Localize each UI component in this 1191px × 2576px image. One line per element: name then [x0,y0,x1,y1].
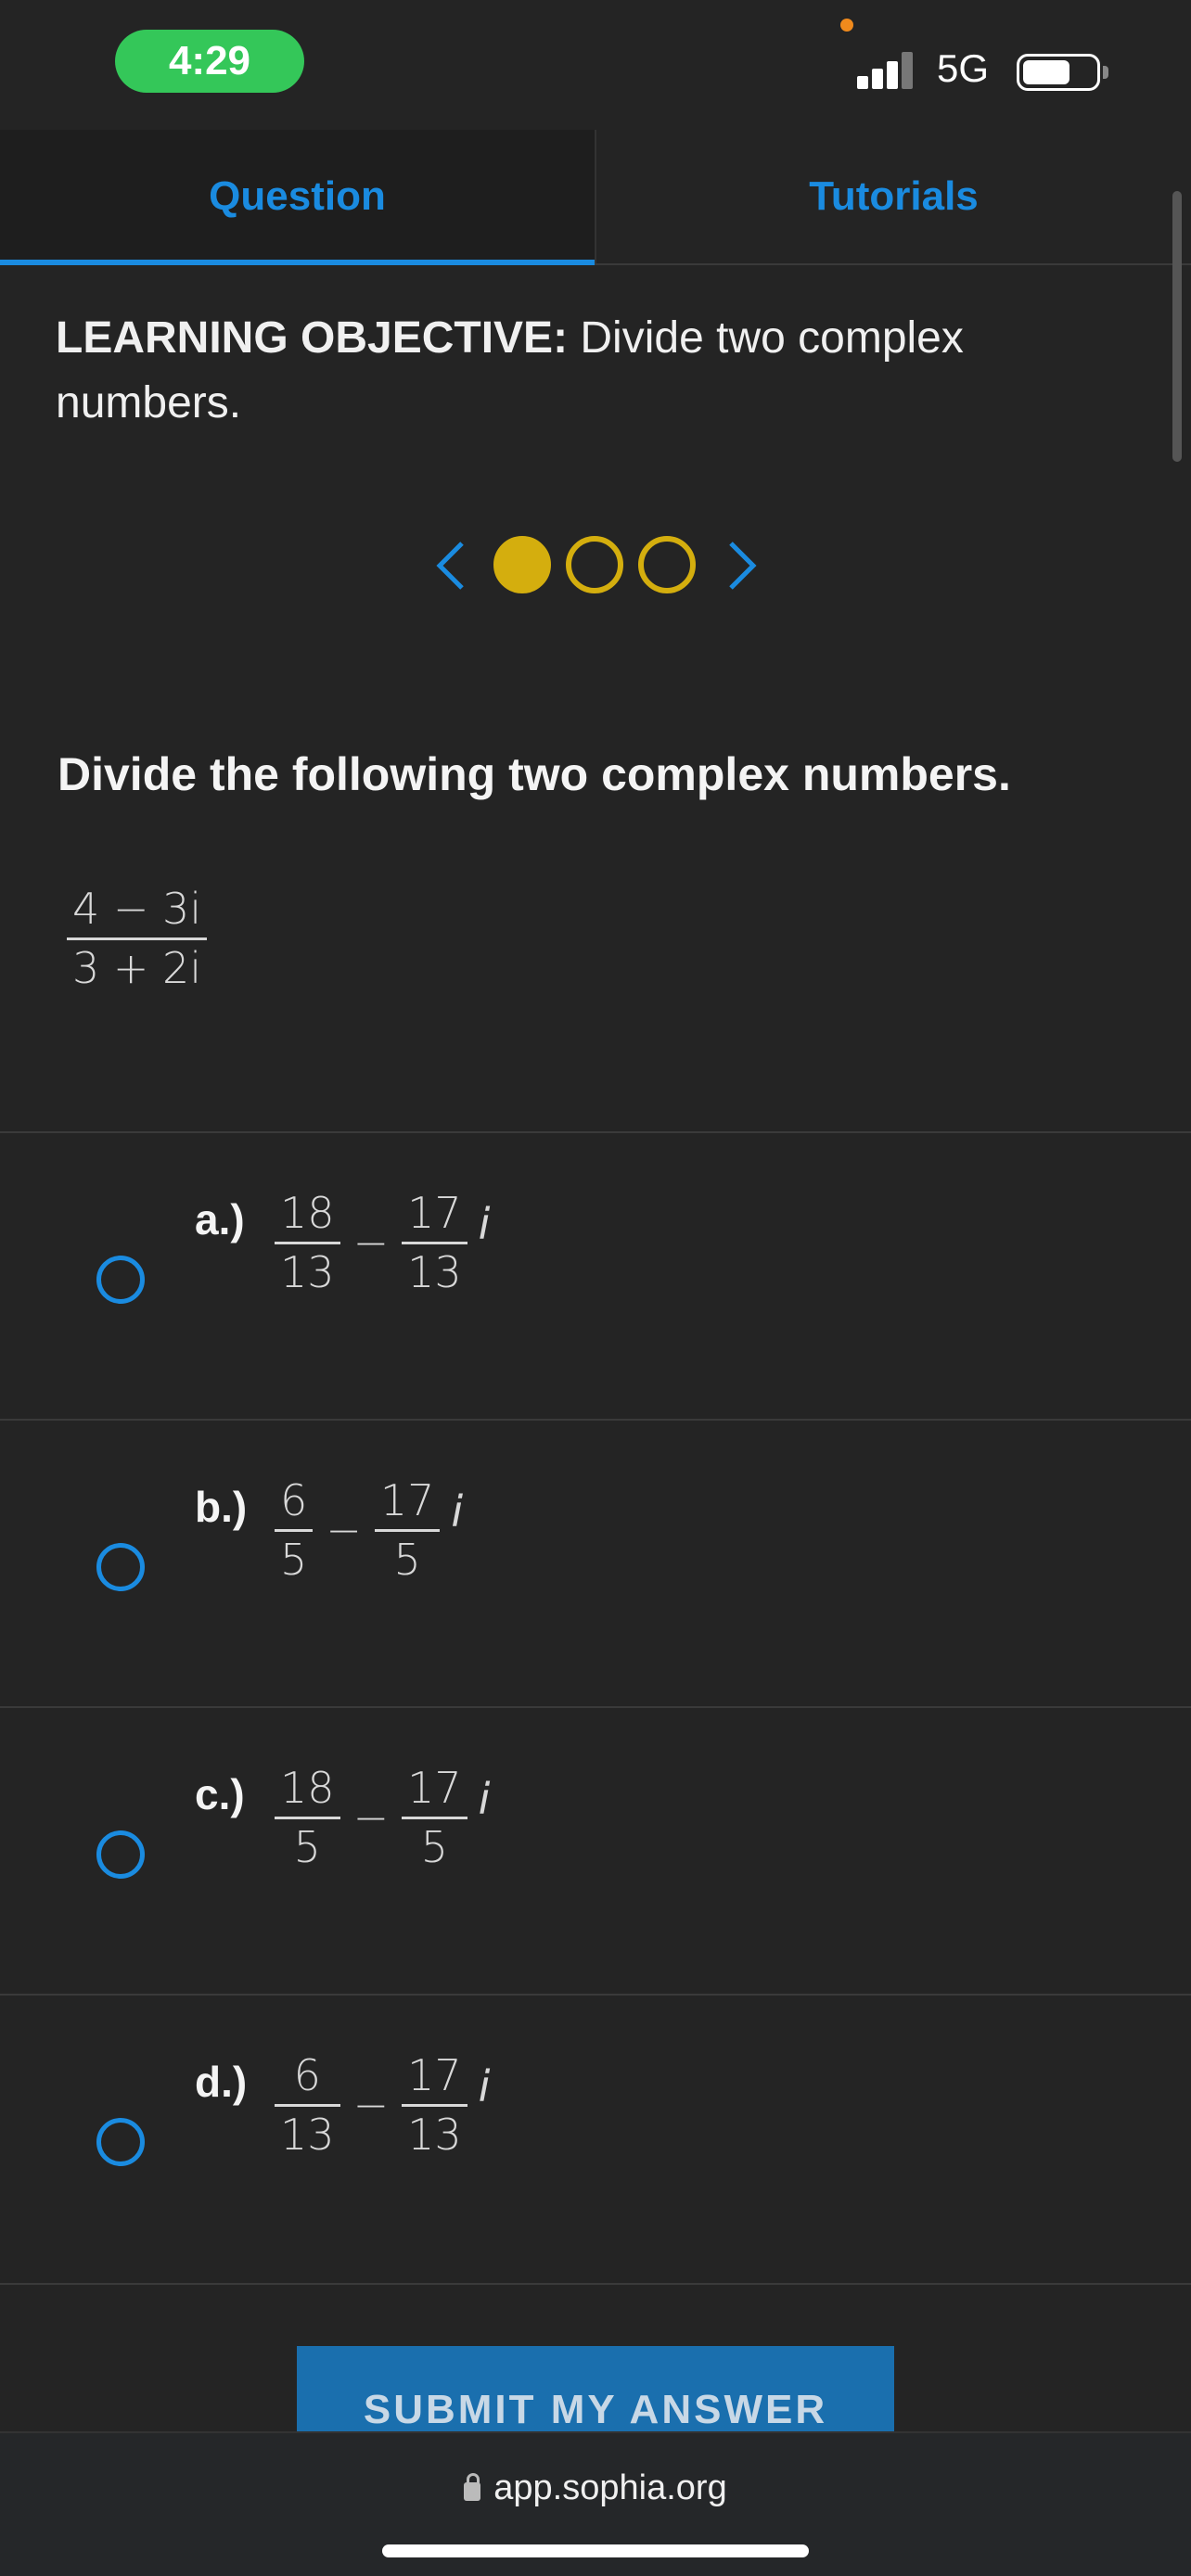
imaginary-unit: i [478,2061,491,2112]
option-b[interactable]: b.) 6 5 − 17 5 i [0,1419,1191,1706]
option-label: a.) [195,1195,245,1243]
option-expression: 6 13 − 17 13 i [269,2051,490,2160]
fraction-denominator: 13 [407,2109,462,2160]
radio-button[interactable] [96,1256,145,1304]
pager-dot-1[interactable] [493,536,551,593]
option-expression: 6 5 − 17 5 i [269,1476,463,1585]
clock-time: 4:29 [115,30,304,93]
battery-icon [1017,54,1108,91]
fraction-numerator: 6 [280,1475,308,1525]
url-text: app.sophia.org [493,2468,727,2507]
previous-arrow-icon[interactable] [425,538,480,593]
option-d[interactable]: d.) 6 13 − 17 13 i [0,1994,1191,2281]
fraction-numerator: 17 [379,1475,435,1525]
imaginary-unit: i [451,1486,464,1537]
fraction-denominator: 5 [393,1534,421,1585]
question-prompt: Divide the following two complex numbers… [58,748,1011,800]
browser-address-bar[interactable]: app.sophia.org [0,2431,1191,2576]
fraction-denominator: 5 [280,1534,308,1585]
pager-dot-3[interactable] [638,536,696,593]
fraction-numerator: 17 [407,2050,462,2100]
expression-denominator: 3 + 2i [72,942,202,993]
imaginary-unit: i [478,1199,491,1250]
fraction-denominator: 13 [407,1246,462,1297]
option-label: d.) [195,2058,248,2106]
fraction-denominator: 5 [293,1821,321,1872]
next-arrow-icon[interactable] [712,538,768,593]
radio-button[interactable] [96,1830,145,1879]
submit-area: SUBMIT MY ANSWER [0,2283,1191,2431]
tab-question[interactable]: Question [0,130,595,265]
tab-tutorials[interactable]: Tutorials [595,130,1191,263]
minus-sign: − [352,1218,390,1269]
radio-button[interactable] [96,1543,145,1591]
home-indicator[interactable] [382,2544,809,2557]
minus-sign: − [326,1505,362,1556]
learning-objective: LEARNING OBJECTIVE: Divide two complex n… [56,306,1113,436]
option-label: b.) [195,1483,248,1531]
scrollbar[interactable] [1172,191,1182,462]
lock-icon [464,2473,481,2501]
status-bar: 4:29 5G [0,0,1191,130]
tab-bar: Question Tutorials [0,130,1191,265]
fraction-numerator: 17 [407,1763,462,1813]
option-a[interactable]: a.) 18 13 − 17 13 i [0,1131,1191,1419]
fraction-numerator: 18 [280,1763,335,1813]
fraction-denominator: 5 [420,1821,448,1872]
signal-strength-icon [857,50,916,89]
minus-sign: − [352,1792,390,1843]
privacy-indicator-dot [840,19,853,32]
radio-button[interactable] [96,2118,145,2166]
option-expression: 18 5 − 17 5 i [269,1764,490,1872]
submit-answer-button[interactable]: SUBMIT MY ANSWER [297,2346,894,2431]
fraction-denominator: 13 [280,2109,335,2160]
fraction-numerator: 18 [280,1188,335,1238]
option-expression: 18 13 − 17 13 i [269,1189,490,1297]
expression-numerator: 4 − 3i [72,884,202,934]
option-c[interactable]: c.) 18 5 − 17 5 i [0,1706,1191,1994]
minus-sign: − [352,2080,390,2131]
fraction-numerator: 6 [293,2050,321,2100]
question-expression: 4 − 3i 3 + 2i [61,885,212,993]
network-type: 5G [937,46,990,90]
imaginary-unit: i [478,1774,491,1825]
fraction-denominator: 13 [280,1246,335,1297]
pager-dot-2[interactable] [566,536,623,593]
url-display[interactable]: app.sophia.org [0,2468,1191,2508]
fraction-numerator: 17 [407,1188,462,1238]
objective-label: LEARNING OBJECTIVE: [56,313,569,363]
option-label: c.) [195,1770,245,1818]
